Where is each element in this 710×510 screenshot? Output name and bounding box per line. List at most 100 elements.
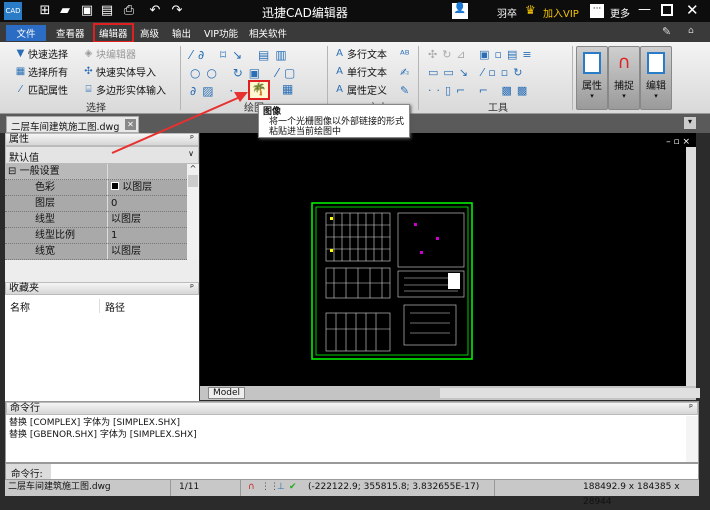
property-scrollbar[interactable]: ^ (187, 164, 199, 260)
property-row[interactable]: 线宽 以图层 (5, 244, 199, 260)
insert-image-button[interactable]: 🌴 (248, 80, 270, 100)
column-path[interactable]: 路径 (100, 299, 125, 413)
color-swatch (111, 182, 119, 190)
check-icon[interactable]: ✔ (289, 480, 297, 495)
panel-title: 收藏夹 (9, 283, 39, 294)
collapse-icon[interactable]: ⊟ (8, 166, 16, 177)
dropdown-value: 默认值 (9, 153, 39, 164)
attribute-define-button[interactable]: A 属性定义 (334, 82, 387, 97)
menu-output[interactable]: 输出 (168, 25, 195, 41)
plus-icon: ✣ (84, 66, 93, 77)
property-value: 1 (111, 230, 118, 241)
save-as-icon[interactable]: ▤ (100, 4, 114, 18)
property-row[interactable]: 图层 0 (5, 196, 199, 212)
crown-icon: ♛ (525, 3, 536, 17)
canvas-window-controls[interactable]: – ▫ × (666, 137, 690, 147)
property-row[interactable]: 色彩 以图层 (5, 180, 199, 196)
favorites-panel-header: 收藏夹 ᵖ (5, 282, 199, 295)
vertical-scrollbar[interactable] (686, 147, 696, 386)
mtext-button[interactable]: A 多行文本 (334, 46, 387, 61)
menu-bar: 文件 查看器 编辑器 高级 输出 VIP功能 相关软件 ✎ ⌂ (0, 22, 710, 43)
block-editor-button[interactable]: ◈ 块编辑器 (83, 46, 136, 61)
select-all-button[interactable]: ▦ 选择所有 (15, 64, 68, 79)
tab-list-dropdown-icon[interactable]: ▾ (684, 117, 696, 129)
quick-select-button[interactable]: ▼ 快速选择 (15, 46, 68, 61)
save-icon[interactable]: ▣ (80, 4, 94, 18)
edit-big-button[interactable]: 编辑 ▾ (640, 46, 672, 110)
property-key: 线型 (5, 212, 108, 227)
column-name[interactable]: 名称 (5, 299, 100, 314)
snap-toggle-icon[interactable]: ∩ (248, 480, 255, 495)
pin-icon[interactable]: ᵖ (190, 134, 194, 145)
menu-file[interactable]: 文件 (6, 25, 46, 41)
brush-icon: ⁄ (19, 84, 22, 95)
snap-big-button[interactable]: ∩ 捕捉 ▾ (608, 46, 640, 110)
property-value: 以图层 (111, 246, 141, 257)
menu-viewer[interactable]: 查看器 (52, 25, 89, 41)
menu-vip[interactable]: VIP功能 (200, 25, 242, 41)
property-row[interactable]: 线型比例 1 (5, 228, 199, 244)
group-row[interactable]: ⊟ 一般设置 (5, 164, 199, 180)
single-text-button[interactable]: A 单行文本 (334, 64, 387, 79)
title-bar: CAD ⊞ ▰ ▣ ▤ ⎙ ↶ ↷ 迅捷CAD编辑器 👤 羽卒 ♛ 加入VIP … (0, 0, 710, 22)
collapse-ribbon-icon[interactable]: ⌂ (688, 26, 694, 36)
properties-big-button[interactable]: 属性 ▾ (576, 46, 608, 110)
property-row[interactable]: 线型 以图层 (5, 212, 199, 228)
chevron-down-icon: ∨ (188, 149, 194, 158)
menu-related[interactable]: 相关软件 (245, 25, 291, 41)
close-button[interactable]: ✕ (686, 1, 699, 19)
table-icon[interactable]: ▦ (282, 82, 293, 96)
status-page: 1/11 (171, 480, 241, 496)
vip-link[interactable]: 加入VIP (543, 5, 579, 20)
properties-icon (583, 52, 601, 74)
label: 快速选择 (28, 50, 68, 61)
property-value: 0 (111, 198, 118, 209)
more-icon[interactable]: ··· (590, 4, 604, 18)
divider (180, 46, 181, 110)
undo-icon[interactable]: ↶ (148, 4, 162, 18)
menu-editor[interactable]: 编辑器 (93, 23, 134, 43)
label: 多边形实体输入 (96, 86, 166, 97)
print-icon[interactable]: ⎙ (122, 4, 136, 18)
tool-icons-grid[interactable]: ✣↻⊿ ▣▫▤≡ ▭▭↘ ⁄▫▫↻ ··▯⌐ ⌐ ▩▩ (428, 46, 568, 100)
label: 匹配属性 (28, 86, 68, 97)
drawing-canvas[interactable]: – ▫ × (200, 133, 696, 386)
command-panel-header: 命令行 ᵖ (6, 402, 698, 415)
status-bar: 二层车间建筑施工图.dwg 1/11 ∩ ⋮⋮ ⊥ ✔ (-222122.9; … (5, 480, 699, 507)
text-icon: A (336, 48, 343, 59)
file-tab-label: 二层车间建筑施工图.dwg (11, 122, 120, 133)
redo-icon[interactable]: ↷ (170, 4, 184, 18)
match-properties-button[interactable]: ⁄ 匹配属性 (15, 82, 68, 97)
minimize-button[interactable]: — (638, 2, 651, 17)
command-scrollbar[interactable] (686, 416, 698, 462)
new-icon[interactable]: ⊞ (38, 4, 52, 18)
edit-doc-icon (647, 52, 665, 74)
properties-panel-header: 属性 ᵖ (5, 133, 199, 146)
property-key: 线型比例 (5, 228, 108, 243)
tooltip-title: 图像 (263, 107, 282, 117)
pin-icon[interactable]: ᵖ (689, 403, 693, 414)
horizontal-scrollbar[interactable] (440, 388, 700, 398)
polygon-entity-input-button[interactable]: ⌸ 多边形实体输入 (83, 82, 167, 97)
file-tab[interactable]: 二层车间建筑施工图.dwg ✕ (6, 116, 139, 133)
property-grid: ⊟ 一般设置 色彩 以图层 图层 0 线型 以图层 线型比例 1 线宽 以图层 ^ (5, 164, 199, 260)
pin-icon[interactable]: ᵖ (190, 283, 194, 294)
user-avatar-icon[interactable]: 👤 (452, 3, 468, 19)
edit-pen-icon[interactable]: ✎ (662, 25, 671, 38)
user-name[interactable]: 羽卒 (497, 5, 517, 20)
ortho-toggle-icon[interactable]: ⊥ (277, 480, 285, 495)
open-icon[interactable]: ▰ (58, 4, 72, 18)
quick-entity-import-button[interactable]: ✣ 快速实体导入 (83, 64, 156, 79)
command-input[interactable] (51, 464, 698, 479)
panel-title: 命令行 (10, 403, 40, 414)
menu-advanced[interactable]: 高级 (136, 25, 163, 41)
filter-icon: ▼ (16, 48, 25, 59)
magnet-icon: ∩ (617, 52, 631, 73)
more-link[interactable]: 更多 (610, 5, 630, 20)
tab-model[interactable]: Model (208, 387, 246, 399)
label: 属性 (582, 81, 602, 92)
text-tools-icons[interactable]: ᴬᴮ ✍ ✎ (400, 46, 410, 100)
maximize-button[interactable] (661, 4, 673, 16)
properties-dropdown[interactable]: 默认值 ∨ (5, 146, 199, 164)
close-tab-icon[interactable]: ✕ (125, 119, 136, 130)
